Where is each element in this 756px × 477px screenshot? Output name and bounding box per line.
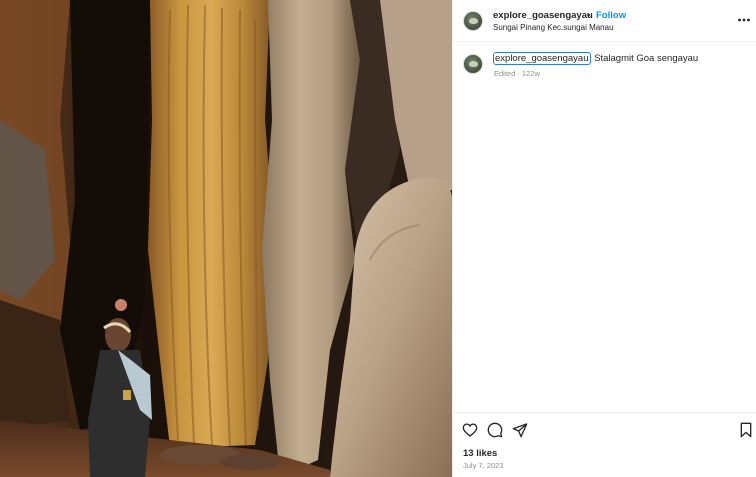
share-icon[interactable] <box>512 422 528 438</box>
caption-text: explore_goasengayau Stalagmit Goa sengay… <box>493 52 699 65</box>
comment-icon[interactable] <box>487 422 503 438</box>
caption-meta: Edited · 122w <box>494 69 540 78</box>
caption-body: Stalagmit Goa sengayau <box>591 53 699 64</box>
author-avatar[interactable] <box>463 11 483 31</box>
location-link[interactable]: Sungai Pinang Kec.sungai Manau <box>493 23 614 32</box>
action-bar: 13 likes July 7, 2023 <box>453 412 756 477</box>
post-date: July 7, 2023 <box>463 461 504 470</box>
caption-username[interactable]: explore_goasengayau <box>493 52 591 65</box>
post-header: explore_goasengayau • Follow Sungai Pina… <box>453 0 756 42</box>
post-image[interactable] <box>0 0 452 477</box>
heart-icon[interactable] <box>462 422 478 438</box>
post-details-panel: explore_goasengayau • Follow Sungai Pina… <box>452 0 756 477</box>
more-options-icon[interactable] <box>737 13 751 27</box>
cave-photo <box>0 0 452 477</box>
follow-button[interactable]: Follow <box>596 10 626 21</box>
separator-dot: • <box>587 10 591 21</box>
bookmark-icon[interactable] <box>738 422 754 438</box>
caption-avatar[interactable] <box>463 54 483 74</box>
caption: explore_goasengayau Stalagmit Goa sengay… <box>453 52 756 82</box>
likes-count[interactable]: 13 likes <box>463 448 497 459</box>
author-username[interactable]: explore_goasengayau <box>493 10 593 21</box>
